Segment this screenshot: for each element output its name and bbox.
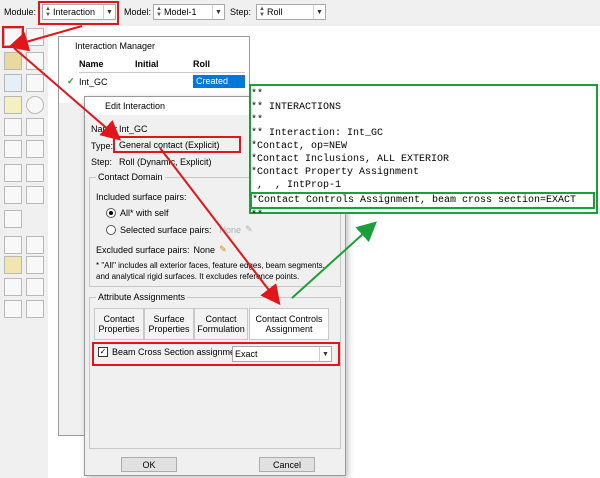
annotation-arrows [8, 25, 377, 306]
arrow-module-to-tool [8, 25, 83, 52]
arrow-tab-to-keywords [291, 221, 377, 299]
arrow-type-to-tab [159, 147, 281, 306]
arrow-tool-to-type [13, 47, 122, 141]
